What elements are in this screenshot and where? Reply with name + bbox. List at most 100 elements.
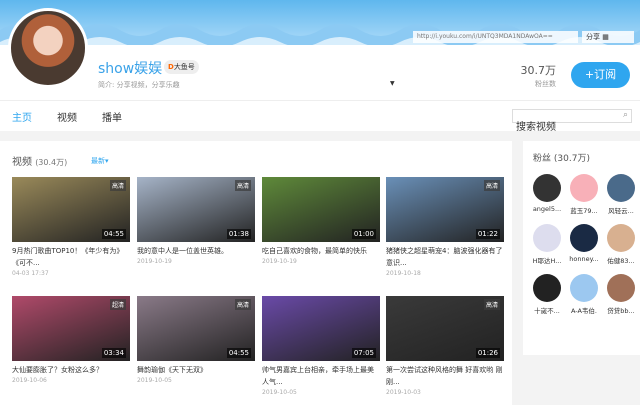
fans-title: 粉丝 (30.7万) [533, 154, 590, 164]
quality-badge: 高清 [483, 180, 500, 191]
tab-videos[interactable]: 视频 [57, 109, 77, 124]
fan-avatar[interactable] [533, 174, 561, 202]
channel-name: show娱娱 [98, 61, 163, 77]
video-title[interactable]: 帅气男嘉宾上台相亲，牵手场上最美人气... [262, 364, 380, 388]
video-date: 2019-10-05 [262, 389, 297, 396]
fan-item[interactable]: A-A韦伯. [565, 274, 603, 315]
video-card[interactable]: 超清 03:34 大仙要膨胀了？女粉这么多？ 2019-10-06 [12, 296, 130, 386]
channel-intro: 简介: 分享视频，分享乐趣 [98, 81, 180, 89]
share-label: 分享 [586, 33, 600, 41]
video-duration: 01:22 [475, 229, 500, 239]
fan-name[interactable]: 佑健83... [602, 255, 640, 265]
video-card[interactable]: 01:00 吃自己喜欢的食物，最简单的快乐 2019-10-19 [262, 177, 380, 267]
video-duration: 01:00 [351, 229, 376, 239]
video-card[interactable]: 高清 01:38 我的意中人是一位盖世英雄。 2019-10-19 [137, 177, 255, 267]
video-card[interactable]: 高清 04:55 舞韵瑜伽《天下无双》 2019-10-05 [137, 296, 255, 386]
video-thumbnail[interactable]: 高清 01:22 [386, 177, 504, 242]
fan-item[interactable]: 十嵗不... [528, 274, 566, 315]
profile-url[interactable]: http://i.youku.com/i/UNTQ3MDA1NDAwOA== [413, 31, 578, 43]
fan-item[interactable]: 佑健83... [602, 224, 640, 265]
video-date: 04-03 17:37 [12, 270, 49, 277]
fan-item[interactable]: 风轻云... [602, 174, 640, 215]
fan-avatar[interactable] [570, 274, 598, 302]
fan-item[interactable]: honney... [565, 224, 603, 263]
dayu-badge: D大鱼号 [164, 60, 199, 74]
video-title[interactable]: 大仙要膨胀了？女粉这么多？ [12, 364, 130, 376]
video-thumbnail[interactable]: 高清 01:38 [137, 177, 255, 242]
fan-avatar[interactable] [533, 274, 561, 302]
expand-intro-icon[interactable]: ▼ [390, 80, 395, 87]
video-duration: 04:55 [226, 348, 251, 358]
fan-item[interactable]: H耶达H... [528, 224, 566, 265]
video-title[interactable]: 吃自己喜欢的食物，最简单的快乐 [262, 245, 380, 257]
tab-playlists[interactable]: 播单 [102, 109, 122, 124]
search-icon[interactable]: ⌕ [623, 110, 628, 120]
fan-avatar[interactable] [607, 174, 635, 202]
badge-label: 大鱼号 [173, 63, 195, 71]
fan-avatar[interactable] [570, 174, 598, 202]
avatar[interactable] [8, 8, 88, 88]
quality-badge: 高清 [483, 299, 500, 310]
fan-avatar[interactable] [533, 224, 561, 252]
video-date: 2019-10-06 [12, 377, 47, 384]
video-title[interactable]: 第一次尝试这种风格的舞 好喜欢哟 刚刚... [386, 364, 504, 388]
video-thumbnail[interactable]: 高清 04:55 [137, 296, 255, 361]
fan-name[interactable]: 蓝玉79... [565, 205, 603, 215]
video-duration: 07:05 [351, 348, 376, 358]
search-input[interactable]: 搜索视频 ⌕ [512, 109, 632, 133]
video-title[interactable]: 猪猪侠之超星萌宠4：脑波强化器有了意识... [386, 245, 504, 269]
fan-name[interactable]: 贷贷bb... [602, 305, 640, 315]
fan-item[interactable]: 贷贷bb... [602, 274, 640, 315]
subscribe-button[interactable]: +订阅 [571, 62, 630, 88]
fan-name[interactable]: H耶达H... [528, 255, 566, 265]
video-date: 2019-10-18 [386, 270, 421, 277]
videos-title: 视频 (30.4万) [12, 157, 68, 168]
fan-item[interactable]: angel5... [528, 174, 566, 213]
video-title[interactable]: 我的意中人是一位盖世英雄。 [137, 245, 255, 257]
video-thumbnail[interactable]: 超清 03:34 [12, 296, 130, 361]
fans-count: 30.7万 [520, 64, 557, 77]
chevron-down-icon: ▾ [105, 157, 109, 165]
video-card[interactable]: 高清 01:26 第一次尝试这种风格的舞 好喜欢哟 刚刚... 2019-10-… [386, 296, 504, 398]
video-duration: 01:26 [475, 348, 500, 358]
video-date: 2019-10-19 [262, 258, 297, 265]
tab-home[interactable]: 主页 [12, 109, 32, 124]
video-title[interactable]: 舞韵瑜伽《天下无双》 [137, 364, 255, 376]
video-title[interactable]: 9月热门歌曲TOP10！《年少有为》《可不... [12, 245, 130, 269]
search-placeholder: 搜索视频 [516, 122, 556, 133]
qr-icon: ▦ [602, 33, 609, 41]
video-date: 2019-10-03 [386, 389, 421, 396]
video-date: 2019-10-05 [137, 377, 172, 384]
video-duration: 03:34 [101, 348, 126, 358]
video-card[interactable]: 高清 04:55 9月热门歌曲TOP10！《年少有为》《可不... 04-03 … [12, 177, 130, 279]
quality-badge: 高清 [234, 180, 251, 191]
video-duration: 01:38 [226, 229, 251, 239]
video-thumbnail[interactable]: 高清 04:55 [12, 177, 130, 242]
fan-name[interactable]: angel5... [528, 205, 566, 213]
videos-count: (30.4万) [35, 158, 68, 167]
nav-bar: 主页 视频 播单 搜索视频 ⌕ [0, 100, 640, 133]
fan-item[interactable]: 蓝玉79... [565, 174, 603, 215]
video-thumbnail[interactable]: 07:05 [262, 296, 380, 361]
quality-badge: 高清 [234, 299, 251, 310]
fans-label: 粉丝数 [535, 80, 556, 88]
video-card[interactable]: 07:05 帅气男嘉宾上台相亲，牵手场上最美人气... 2019-10-05 [262, 296, 380, 398]
video-thumbnail[interactable]: 01:00 [262, 177, 380, 242]
fan-avatar[interactable] [607, 274, 635, 302]
fan-avatar[interactable] [570, 224, 598, 252]
quality-badge: 超清 [109, 299, 126, 310]
fan-name[interactable]: 风轻云... [602, 205, 640, 215]
fans-panel: 粉丝 (30.7万) angel5... 蓝玉79... 风轻云... H耶达H...… [523, 141, 640, 355]
fan-name[interactable]: honney... [565, 255, 603, 263]
video-date: 2019-10-19 [137, 258, 172, 265]
fan-name[interactable]: 十嵗不... [528, 305, 566, 315]
videos-panel: 视频 (30.4万) 最新▾ 高清 04:55 9月热门歌曲TOP10！《年少有… [0, 141, 512, 405]
video-duration: 04:55 [101, 229, 126, 239]
share-button[interactable]: 分享 ▦ [582, 31, 634, 43]
sort-dropdown[interactable]: 最新▾ [91, 156, 109, 166]
fan-avatar[interactable] [607, 224, 635, 252]
fan-name[interactable]: A-A韦伯. [565, 305, 603, 315]
video-card[interactable]: 高清 01:22 猪猪侠之超星萌宠4：脑波强化器有了意识... 2019-10-… [386, 177, 504, 279]
quality-badge: 高清 [109, 180, 126, 191]
video-thumbnail[interactable]: 高清 01:26 [386, 296, 504, 361]
